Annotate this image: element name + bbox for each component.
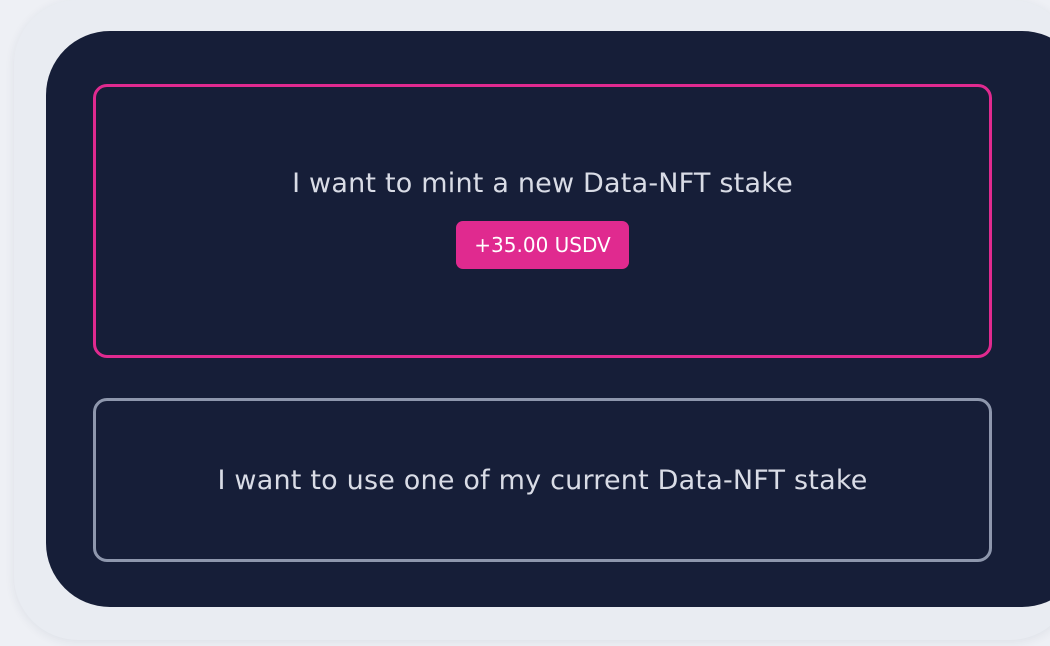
reward-badge: +35.00 USDV — [456, 220, 629, 269]
mint-new-stake-option[interactable]: I want to mint a new Data-NFT stake +35.… — [93, 84, 992, 358]
use-current-stake-label: I want to use one of my current Data-NFT… — [217, 464, 868, 496]
use-current-stake-option[interactable]: I want to use one of my current Data-NFT… — [93, 398, 992, 562]
mint-new-stake-label: I want to mint a new Data-NFT stake — [292, 167, 793, 199]
